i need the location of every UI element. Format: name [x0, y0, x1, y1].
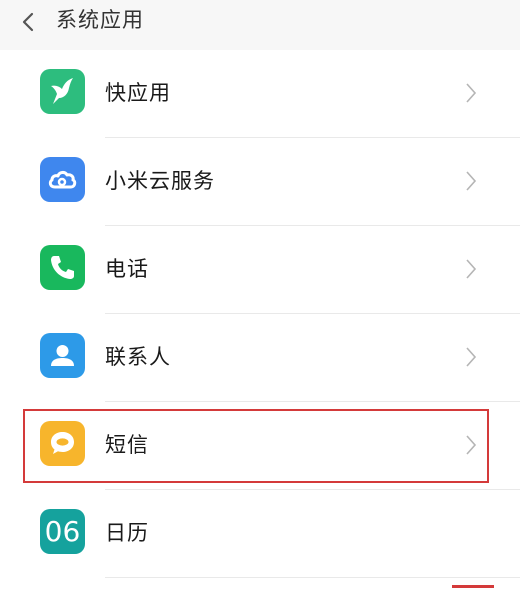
calendar-icon-date: 06 — [45, 515, 81, 548]
back-button[interactable] — [14, 6, 46, 38]
chevron-right-icon — [462, 433, 480, 457]
message-bubble-icon — [40, 421, 85, 466]
chevron-right-icon — [462, 169, 480, 193]
cloud-icon — [40, 157, 85, 202]
chevron-right-icon — [462, 345, 480, 369]
contact-person-icon — [40, 333, 85, 378]
chevron-right-icon — [462, 81, 480, 105]
list-item-label: 快应用 — [105, 81, 171, 105]
list-item-label: 小米云服务 — [105, 169, 215, 193]
list-item-label: 短信 — [105, 433, 149, 457]
calendar-icon: 06 — [40, 509, 85, 554]
list-item-phone[interactable]: 电话 — [0, 226, 520, 314]
divider — [105, 577, 520, 578]
list-item-quick-app[interactable]: 快应用 — [0, 50, 520, 138]
list-item-mi-cloud[interactable]: 小米云服务 — [0, 138, 520, 226]
hummingbird-icon — [40, 69, 85, 114]
top-bar: 系统应用 — [0, 0, 520, 50]
annotation-mark — [452, 585, 494, 588]
chevron-right-icon — [462, 257, 480, 281]
system-apps-list: 快应用 小米云服务 电话 联系人 短信 06 日历 — [0, 50, 520, 578]
list-item-messages[interactable]: 短信 — [0, 402, 520, 490]
list-item-label: 联系人 — [105, 345, 171, 369]
page-title: 系统应用 — [56, 8, 144, 32]
list-item-contacts[interactable]: 联系人 — [0, 314, 520, 402]
chevron-left-icon — [22, 12, 34, 32]
list-item-label: 电话 — [105, 257, 149, 281]
list-item-calendar[interactable]: 06 日历 — [0, 490, 520, 578]
phone-icon — [40, 245, 85, 290]
list-item-label: 日历 — [105, 521, 149, 545]
